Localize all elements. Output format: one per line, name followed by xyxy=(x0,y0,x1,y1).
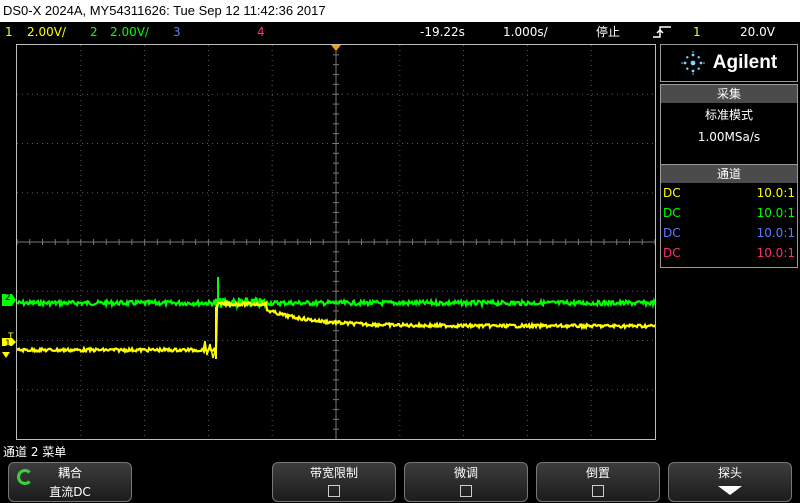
ch3-number[interactable]: 3 xyxy=(173,22,181,42)
acquisition-panel[interactable]: 采集 标准模式 1.00MSa/s xyxy=(660,84,798,166)
ch3-probe: 10.0:1 xyxy=(756,226,795,240)
ch2-marker-label: 2 xyxy=(5,293,11,303)
sample-rate: 1.00MSa/s xyxy=(697,130,761,144)
ch1-ground-marker[interactable]: 1 xyxy=(5,339,11,349)
ch2-ground-marker[interactable]: 2 xyxy=(2,292,16,308)
ch4-coupling: DC xyxy=(663,246,681,260)
menu-title: 通道 2 菜单 xyxy=(3,445,67,459)
agilent-spark-icon xyxy=(680,51,705,75)
probe-softkey[interactable]: 探头 xyxy=(668,462,792,502)
ch2-coupling: DC xyxy=(663,206,681,220)
ch2-scale[interactable]: 2.00V/ xyxy=(110,22,149,42)
ch2-number[interactable]: 2 xyxy=(90,22,98,42)
ch1-scale[interactable]: 2.00V/ xyxy=(27,22,66,42)
channels-panel[interactable]: 通道 DC 10.0:1 DC 10.0:1 DC 10.0:1 DC 10.0… xyxy=(660,164,798,268)
channel-row-3[interactable]: DC 10.0:1 xyxy=(661,223,797,243)
window-title: DS0-X 2024A, MY54311626: Tue Sep 12 11:4… xyxy=(0,0,800,22)
channel-row-1[interactable]: DC 10.0:1 xyxy=(661,183,797,203)
invert-softkey[interactable]: 倒置 xyxy=(536,462,660,502)
level-markers: T 1 xyxy=(2,330,16,360)
brand-name: Agilent xyxy=(712,52,778,73)
trigger-channel[interactable]: 1 xyxy=(693,22,701,42)
ch1-coupling: DC xyxy=(663,186,681,200)
invert-checkbox[interactable] xyxy=(592,485,604,497)
time-delay[interactable]: -19.22s xyxy=(420,22,465,42)
run-state[interactable]: 停止 xyxy=(596,22,620,42)
channel-row-2[interactable]: DC 10.0:1 xyxy=(661,203,797,223)
rotate-knob-icon xyxy=(17,469,33,485)
waveform-graticule xyxy=(17,45,655,439)
coupling-value: 直流DC xyxy=(49,485,91,499)
time-scale[interactable]: 1.000s/ xyxy=(503,22,548,42)
channel-status-bar: 1 2.00V/ 2 2.00V/ 3 4 -19.22s 1.000s/ 停止… xyxy=(0,22,800,42)
bandwidth-limit-softkey[interactable]: 带宽限制 xyxy=(272,462,396,502)
submenu-down-icon xyxy=(718,486,742,495)
coupling-softkey[interactable]: 耦合 直流DC xyxy=(8,462,132,502)
acquisition-header: 采集 xyxy=(661,85,797,103)
ch4-probe: 10.0:1 xyxy=(756,246,795,260)
waveform-display[interactable] xyxy=(16,44,656,440)
channels-header: 通道 xyxy=(661,165,797,183)
channel-row-4[interactable]: DC 10.0:1 xyxy=(661,243,797,263)
bandwidth-limit-label: 带宽限制 xyxy=(309,466,358,480)
brand-logo: Agilent xyxy=(660,44,798,82)
ch3-coupling: DC xyxy=(663,226,681,240)
delay-marker-icon xyxy=(331,45,341,51)
invert-label: 倒置 xyxy=(585,466,610,480)
ch1-probe: 10.0:1 xyxy=(756,186,795,200)
acquisition-mode: 标准模式 xyxy=(704,108,753,122)
fine-softkey[interactable]: 微调 xyxy=(404,462,528,502)
trigger-edge-icon xyxy=(652,25,672,45)
fine-checkbox[interactable] xyxy=(460,485,472,497)
trigger-level[interactable]: 20.0V xyxy=(740,22,775,42)
ch2-probe: 10.0:1 xyxy=(756,206,795,220)
fine-label: 微调 xyxy=(453,466,478,480)
bandwidth-limit-checkbox[interactable] xyxy=(328,485,340,497)
ch4-number[interactable]: 4 xyxy=(257,22,265,42)
probe-label: 探头 xyxy=(717,466,742,480)
ch1-number[interactable]: 1 xyxy=(5,22,13,42)
